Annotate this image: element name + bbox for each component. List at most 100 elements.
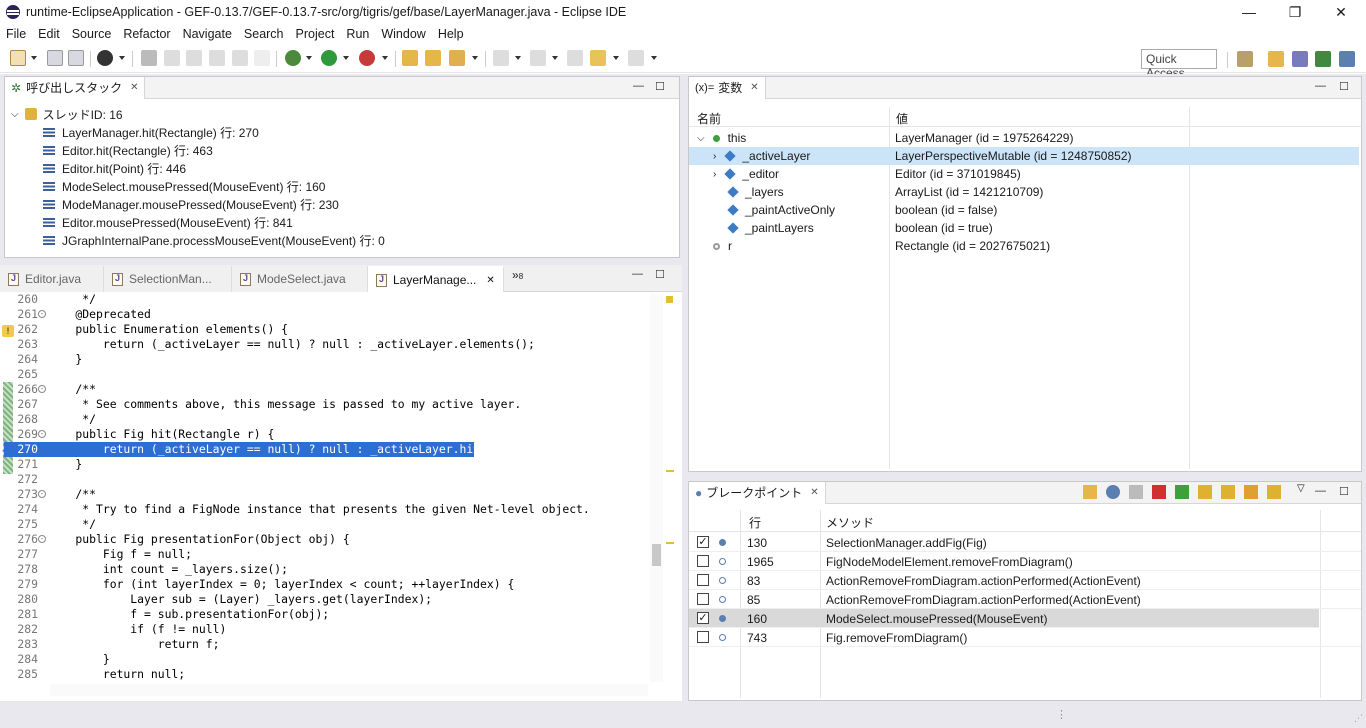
step-filter-icon[interactable] [186, 50, 202, 66]
variable-row[interactable]: › _editor Editor (id = 371019845) [689, 165, 1361, 183]
fold-icon[interactable]: - [38, 310, 46, 318]
callstack-tab[interactable]: ✲ 呼び出しスタック ✕ [5, 76, 146, 99]
pilcrow-icon[interactable] [254, 50, 270, 66]
quick-access-input[interactable]: Quick Access [1141, 49, 1217, 80]
external-tools-dropdown-icon[interactable] [382, 56, 388, 60]
breakpoint-row[interactable]: 1965 FigNodeModelElement.removeFromDiagr… [689, 552, 1361, 571]
collapse-all-icon[interactable] [1221, 485, 1235, 499]
close-icon[interactable]: ✕ [750, 82, 758, 93]
java-perspective-icon[interactable] [1292, 51, 1308, 67]
variable-row[interactable]: _paintActiveOnly boolean (id = false) [689, 201, 1361, 219]
chevron-down-icon[interactable]: ⌵ [11, 109, 19, 120]
debug-perspective-icon[interactable] [1315, 51, 1331, 67]
breakpoint-checkbox-checked[interactable]: ✓ [697, 536, 709, 548]
new-dropdown-icon[interactable] [31, 56, 37, 60]
skip-all-icon[interactable] [1129, 485, 1143, 499]
menu-window[interactable]: Window [375, 27, 431, 41]
minimize-icon[interactable]: — [632, 268, 643, 280]
menu-edit[interactable]: Edit [32, 27, 66, 41]
user-dropdown-icon[interactable] [119, 56, 125, 60]
close-icon[interactable]: ✕ [810, 487, 818, 498]
next-annotation-dropdown-icon[interactable] [515, 56, 521, 60]
maximize-icon[interactable]: ☐ [1339, 80, 1349, 93]
back-dropdown-icon[interactable] [613, 56, 619, 60]
chevron-right-icon[interactable]: › [713, 169, 716, 180]
restore-button[interactable]: ❐ [1272, 0, 1318, 24]
run-icon[interactable] [321, 50, 337, 66]
variable-row-selected[interactable]: › _activeLayer LayerPerspectiveMutable (i… [689, 147, 1359, 165]
close-icon[interactable]: ✕ [130, 82, 138, 93]
menu-navigate[interactable]: Navigate [177, 27, 238, 41]
fold-icon[interactable]: - [38, 490, 46, 498]
stack-frame[interactable]: Editor.mousePressed(MouseEvent) 行: 841 [43, 213, 293, 231]
column-value[interactable]: 値 [896, 110, 908, 127]
last-edit-icon[interactable] [567, 50, 583, 66]
maximize-icon[interactable]: ☐ [655, 268, 665, 281]
minimize-icon[interactable]: — [1315, 485, 1326, 497]
menu-project[interactable]: Project [290, 27, 341, 41]
column-name[interactable]: 名前 [697, 110, 721, 127]
maximize-icon[interactable]: ☐ [1339, 485, 1349, 498]
external-tools-icon[interactable] [359, 50, 375, 66]
toggle-mark-icon[interactable] [232, 50, 248, 66]
save-icon[interactable] [47, 50, 63, 66]
fold-icon[interactable]: - [38, 535, 46, 543]
breakpoint-row[interactable]: 85 ActionRemoveFromDiagram.actionPerform… [689, 590, 1361, 609]
vertical-scrollbar[interactable] [650, 294, 663, 682]
fold-icon[interactable]: - [38, 385, 46, 393]
chevron-down-icon[interactable]: ⌵ [697, 133, 705, 144]
column-line[interactable]: 行 [749, 514, 761, 531]
search-icon[interactable] [449, 50, 465, 66]
more-tabs-button[interactable]: »8 [512, 268, 523, 282]
horizontal-scrollbar[interactable] [50, 684, 648, 696]
resize-grip-icon[interactable]: ⋰ [1354, 713, 1363, 724]
remove-icon[interactable] [1152, 485, 1166, 499]
thread-row[interactable]: ⌵ スレッドID: 16 [11, 105, 123, 123]
forward-dropdown-icon[interactable] [651, 56, 657, 60]
drop-frame-icon[interactable] [164, 50, 180, 66]
next-annotation-icon[interactable] [493, 50, 509, 66]
add-java-exception-icon[interactable] [1267, 485, 1281, 499]
overview-warning-marker[interactable] [666, 296, 673, 303]
open-resource-icon[interactable] [425, 50, 441, 66]
scrollbar-thumb[interactable] [652, 544, 661, 566]
open-type-icon[interactable] [402, 50, 418, 66]
save-all-icon[interactable] [68, 50, 84, 66]
menu-run[interactable]: Run [340, 27, 375, 41]
breakpoints-tab[interactable]: ● ブレークポイント ✕ [689, 481, 826, 504]
menu-help[interactable]: Help [432, 27, 470, 41]
stack-frame[interactable]: ModeSelect.mousePressed(MouseEvent) 行: 1… [43, 177, 325, 195]
skip-breakpoints-icon[interactable] [141, 50, 157, 66]
overview-marker[interactable] [666, 470, 674, 472]
search-dropdown-icon[interactable] [472, 56, 478, 60]
breakpoint-checkbox[interactable] [697, 593, 709, 605]
maximize-icon[interactable]: ☐ [655, 80, 665, 93]
debug-dropdown-icon[interactable] [306, 56, 312, 60]
back-arrow-icon[interactable] [590, 50, 606, 66]
close-icon[interactable]: ✕ [486, 275, 494, 286]
menu-source[interactable]: Source [66, 27, 118, 41]
column-method[interactable]: メソッド [826, 514, 874, 531]
show-supported-icon[interactable] [1083, 485, 1097, 499]
variable-row[interactable]: ⌵ this LayerManager (id = 1975264229) [689, 129, 1361, 147]
menu-search[interactable]: Search [238, 27, 290, 41]
tab-layermanager-java[interactable]: LayerManage... ✕ [368, 266, 504, 292]
stack-frame[interactable]: Editor.hit(Rectangle) 行: 463 [43, 141, 213, 159]
breakpoint-checkbox-checked[interactable]: ✓ [697, 612, 709, 624]
use-step-filter-icon[interactable] [209, 50, 225, 66]
breakpoint-checkbox[interactable] [697, 631, 709, 643]
link-with-debug-icon[interactable] [1244, 485, 1258, 499]
menu-refactor[interactable]: Refactor [117, 27, 176, 41]
variable-row[interactable]: r Rectangle (id = 2027675021) [689, 237, 1361, 255]
variable-row[interactable]: _paintLayers boolean (id = true) [689, 219, 1361, 237]
resource-perspective-icon[interactable] [1339, 51, 1355, 67]
breakpoint-row[interactable]: ✓ 130 SelectionManager.addFig(Fig) [689, 533, 1361, 552]
remove-all-icon[interactable] [1175, 485, 1189, 499]
overview-marker[interactable] [666, 542, 674, 544]
tab-modeselect-java[interactable]: ModeSelect.java [232, 266, 368, 292]
stack-frame[interactable]: ModeManager.mousePressed(MouseEvent) 行: … [43, 195, 339, 213]
breakpoint-row[interactable]: 743 Fig.removeFromDiagram() [689, 628, 1361, 647]
minimize-icon[interactable]: — [633, 80, 644, 92]
prev-annotation-dropdown-icon[interactable] [552, 56, 558, 60]
tab-selectionmanager-java[interactable]: SelectionMan... [104, 266, 232, 292]
